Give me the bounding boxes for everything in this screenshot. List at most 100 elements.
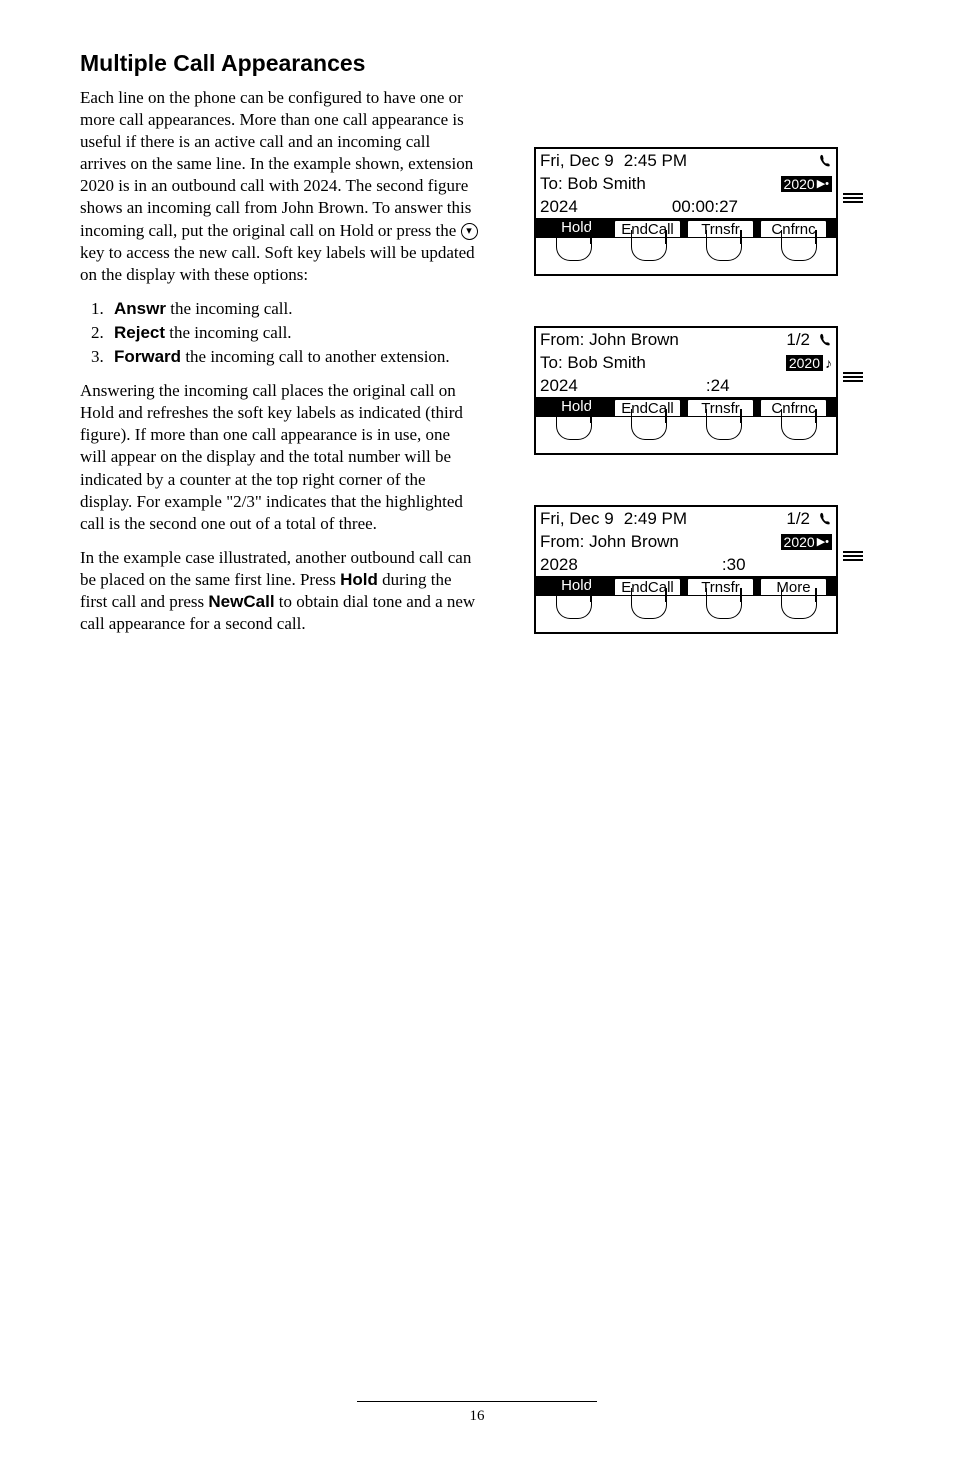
page-footer: 16 [357,1401,597,1425]
step-3: Forward the incoming call to another ext… [108,346,480,368]
para3-hold: Hold [340,570,378,589]
screen3-date: Fri, Dec 9 [540,509,614,529]
step-1-keyword: Answr [114,299,166,318]
hw-button [781,423,817,440]
screen2-sk4: Cnfrnc [759,398,828,416]
note-icon: ♪ [825,355,832,371]
screen2-hwbuttons [536,417,836,453]
step-3-keyword: Forward [114,347,181,366]
speaker-icon: ▶• [817,535,829,548]
hw-button [781,244,817,261]
screen1-sk1: Hold [544,219,609,237]
footer-rule [357,1401,597,1402]
screen3-row3: 2028 :30 [536,553,836,576]
para3-newcall: NewCall [208,592,274,611]
screen3-time: 2:49 PM [624,509,687,529]
step-2: Reject the incoming call. [108,322,480,344]
text-column: Each line on the phone can be configured… [80,87,480,647]
screen2-from: From: John Brown [540,330,679,350]
screen2-row3: 2024 :24 [536,374,836,397]
step-2-keyword: Reject [114,323,165,342]
para1-text-a: Each line on the phone can be configured… [80,88,473,240]
screen1-sk3: Trnsfr [686,219,755,237]
screen2-row1: From: John Brown 1/2 [536,328,836,351]
side-lines-icon [843,370,863,384]
phone-side-lines [838,326,868,384]
screen1-row1: Fri, Dec 9 2:45 PM [536,149,836,172]
screen3-timer: :30 [722,555,746,575]
screen3-sk4: More [759,577,828,595]
phone-figure-3: Fri, Dec 9 2:49 PM 1/2 From: John Brown … [534,505,874,634]
hw-button [706,423,742,440]
side-lines-icon [843,191,863,205]
phone-screen-2: From: John Brown 1/2 To: Bob Smith 2020 … [534,326,838,455]
screen2-counter: 1/2 [786,330,810,350]
screen2-softkey-row: Hold EndCall Trnsfr Cnfrnc [536,397,836,417]
speaker-icon: ▶• [817,177,829,190]
screen3-sk3: Trnsfr [686,577,755,595]
hw-button [556,602,592,619]
screen1-hwbuttons [536,238,836,274]
paragraph-2: Answering the incoming call places the o… [80,380,480,535]
screen1-time: 2:45 PM [624,151,687,171]
hw-button [631,423,667,440]
screen3-hwbuttons [536,596,836,632]
screen2-ext-badge: 2020 [786,355,823,371]
screen1-timer: 00:00:27 [672,197,738,217]
screen1-sk4: Cnfrnc [759,219,828,237]
screen1-sk2: EndCall [613,219,682,237]
screen1-ext: 2020 [784,176,815,192]
screen1-ext-badge: 2020▶• [781,176,832,192]
hw-button [706,244,742,261]
handset-icon [818,332,832,348]
hw-button [781,602,817,619]
screen2-sk3: Trnsfr [686,398,755,416]
screen3-counter: 1/2 [786,509,810,529]
screen1-to: To: Bob Smith [540,174,646,194]
phone-screen-3: Fri, Dec 9 2:49 PM 1/2 From: John Brown … [534,505,838,634]
para1-text-b: key to access the new call. Soft key lab… [80,243,475,284]
phone-screen-1: Fri, Dec 9 2:45 PM To: Bob Smith 2020▶• … [534,147,838,276]
screen3-from: From: John Brown [540,532,679,552]
hw-button [556,244,592,261]
phone-side-lines [838,505,868,563]
screen1-row3: 2024 00:00:27 [536,195,836,218]
side-lines-icon [843,549,863,563]
screen3-ext: 2020 [784,534,815,550]
handset-icon [818,153,832,169]
screen3-row2: From: John Brown 2020▶• [536,530,836,553]
content-columns: Each line on the phone can be configured… [80,87,874,647]
step-2-text: the incoming call. [165,323,292,342]
hw-button [631,244,667,261]
phone-figure-2: From: John Brown 1/2 To: Bob Smith 2020 … [534,326,874,455]
down-key-icon: ▾ [461,223,478,240]
screen2-row2: To: Bob Smith 2020 ♪ [536,351,836,374]
screen2-ext: 2020 [789,355,820,371]
screen3-row1: Fri, Dec 9 2:49 PM 1/2 [536,507,836,530]
phone-figure-1: Fri, Dec 9 2:45 PM To: Bob Smith 2020▶• … [534,147,874,276]
page-number: 16 [357,1408,597,1425]
screen3-softkey-row: Hold EndCall Trnsfr More [536,576,836,596]
screen2-timer: :24 [706,376,730,396]
step-1: Answr the incoming call. [108,298,480,320]
step-3-text: the incoming call to another extension. [181,347,450,366]
hw-button [556,423,592,440]
screen2-to: To: Bob Smith [540,353,646,373]
phone-side-lines [838,147,868,205]
screen3-num: 2028 [540,555,578,575]
hw-button [706,602,742,619]
steps-list: Answr the incoming call. Reject the inco… [108,298,480,368]
screen3-sk1: Hold [544,577,609,595]
hw-button [631,602,667,619]
screen3-ext-badge: 2020▶• [781,534,832,550]
handset-icon [818,511,832,527]
screen2-sk1: Hold [544,398,609,416]
section-heading: Multiple Call Appearances [80,50,874,77]
screen1-row2: To: Bob Smith 2020▶• [536,172,836,195]
step-1-text: the incoming call. [166,299,293,318]
paragraph-3: In the example case illustrated, another… [80,547,480,635]
screen1-softkey-row: Hold EndCall Trnsfr Cnfrnc [536,218,836,238]
screen1-num: 2024 [540,197,578,217]
screen2-sk2: EndCall [613,398,682,416]
screen1-date: Fri, Dec 9 [540,151,614,171]
